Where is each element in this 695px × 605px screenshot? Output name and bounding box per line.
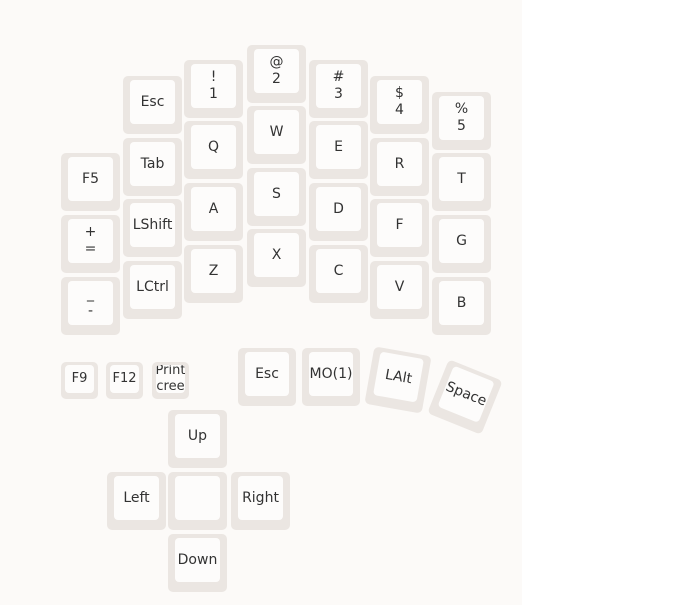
key-label: S [272,185,281,202]
key-label: 3 [334,86,343,102]
key-e[interactable]: E [309,121,368,179]
key-1[interactable]: ! 1 [184,60,243,118]
key-a[interactable]: A [184,183,243,241]
key-3[interactable]: # 3 [309,60,368,118]
key-label: W [269,123,284,140]
key-d[interactable]: D [309,183,368,241]
key-label-shifted: _ [87,286,94,302]
key-arrow-center[interactable] [168,472,227,530]
key-label: V [394,278,405,295]
key-f5[interactable]: F5 [61,153,120,211]
key-down[interactable]: Down [168,534,227,592]
key-esc[interactable]: Esc [123,76,182,134]
key-z[interactable]: Z [184,245,243,303]
key-label-shifted: # [332,69,345,85]
key-print-screen[interactable]: Print Screen [152,362,189,399]
key-w[interactable]: W [247,106,306,164]
key-label: F5 [82,170,99,187]
key-label: F [395,216,404,233]
key-label: Esc [140,93,165,110]
key-t[interactable]: T [432,153,491,211]
key-mo1[interactable]: MO(1) [302,348,360,406]
key-label: B [456,294,467,311]
key-label: LShift [132,216,173,233]
key-q[interactable]: Q [184,121,243,179]
key-label: Left [123,489,150,506]
key-label-shifted: + [84,224,97,240]
key-label: E [334,138,343,155]
key-label: Down [177,551,218,568]
key-s[interactable]: S [247,168,306,226]
key-up[interactable]: Up [168,410,227,468]
key-label: G [456,232,467,249]
key-label: 4 [395,102,404,118]
key-label-shifted: ! [210,69,217,85]
key-x[interactable]: X [247,229,306,287]
key-label: - [87,303,94,319]
key-underscore-minus[interactable]: _ - [61,277,120,335]
key-4[interactable]: $ 4 [370,76,429,134]
key-label: LCtrl [136,278,169,295]
key-label-shifted: $ [395,85,404,101]
key-label-shifted: % [454,101,469,117]
key-5[interactable]: % 5 [432,92,491,150]
key-r[interactable]: R [370,138,429,196]
key-f[interactable]: F [370,199,429,257]
key-label: X [271,246,282,263]
key-b[interactable]: B [432,277,491,335]
key-f12[interactable]: F12 [106,362,143,399]
key-label: Up [187,427,208,444]
key-label: 2 [272,71,281,87]
key-label: C [333,262,344,279]
key-label: LAlt [383,366,414,387]
key-label-shifted: @ [269,54,284,70]
key-plus-equals[interactable]: + = [61,215,120,273]
key-label: MO(1) [309,365,353,382]
key-lctrl[interactable]: LCtrl [123,261,182,319]
key-label: T [457,170,466,187]
key-label: Q [207,138,220,155]
key-lalt[interactable]: LAlt [364,346,432,414]
key-tab[interactable]: Tab [123,138,182,196]
key-label: 5 [457,118,466,134]
key-label: F9 [71,371,88,386]
key-label: Right [242,489,279,506]
key-v[interactable]: V [370,261,429,319]
key-label: Z [208,262,219,279]
key-c[interactable]: C [309,245,368,303]
key-label: A [208,200,219,217]
key-right[interactable]: Right [231,472,290,530]
key-left[interactable]: Left [107,472,166,530]
key-lshift[interactable]: LShift [123,199,182,257]
key-label: Esc [255,365,279,382]
key-thumb-esc[interactable]: Esc [238,348,296,406]
key-label: F12 [112,371,137,386]
key-label: = [84,241,97,257]
key-label: D [333,200,344,217]
key-label: Tab [140,155,165,172]
key-label: Print [156,365,185,378]
key-f9[interactable]: F9 [61,362,98,399]
key-label-second-line: Screen [156,379,185,393]
key-2[interactable]: @ 2 [247,45,306,103]
key-label: Space [443,378,490,410]
key-label: R [394,155,405,172]
key-space[interactable]: Space [427,359,503,435]
key-label: 1 [209,86,218,102]
key-g[interactable]: G [432,215,491,273]
keyboard-layout-canvas: Esc ! 1 @ 2 # 3 $ 4 % 5 F5 Tab Q W E R T… [0,0,522,605]
